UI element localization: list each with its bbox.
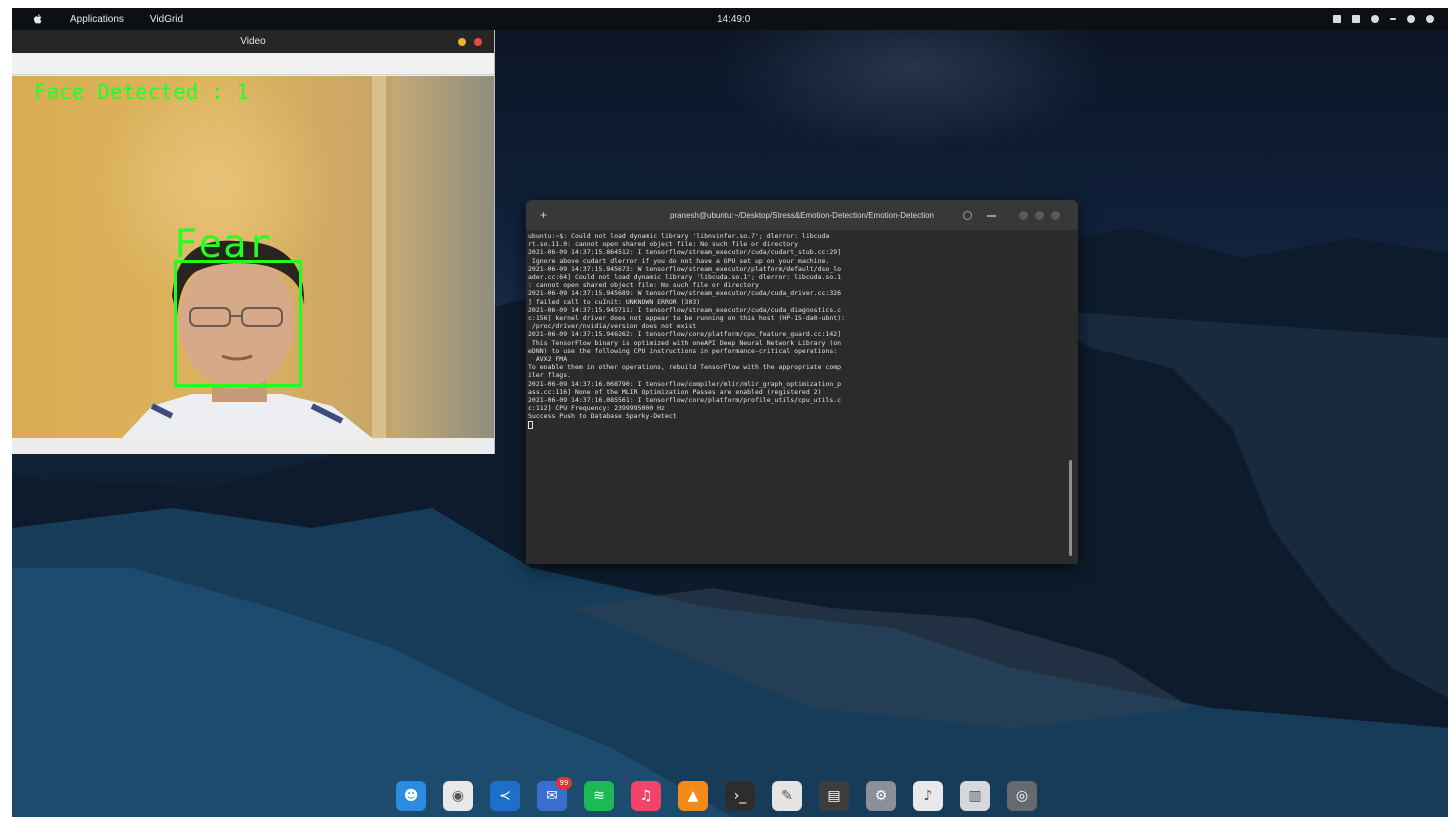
terminal-titlebar[interactable]: + pranesh@ubuntu:~/Desktop/Stress&Emotio…: [526, 200, 1078, 230]
terminal-line: iler flags.: [528, 371, 572, 380]
menu-vidgrid[interactable]: VidGrid: [150, 14, 183, 25]
video-window-footer: [12, 438, 494, 454]
terminal-line: Ignore above cudart dlerror if you do no…: [528, 256, 830, 265]
bluetooth-icon[interactable]: [1407, 15, 1415, 23]
terminal-window[interactable]: + pranesh@ubuntu:~/Desktop/Stress&Emotio…: [526, 200, 1078, 564]
terminal-line: rt.so.11.0: cannot open shared object fi…: [528, 240, 799, 249]
settings-glyph: ⚙: [874, 788, 888, 804]
finder-icon[interactable]: ☻: [396, 781, 426, 811]
mail-glyph: ✉: [546, 788, 558, 804]
apple-logo-icon[interactable]: [32, 13, 44, 25]
terminal-line: c:156] kernel driver does not appear to …: [528, 314, 845, 323]
spotify-icon[interactable]: ≋: [584, 781, 614, 811]
top-menu-bar: Applications VidGrid 14:49:0: [12, 8, 1448, 30]
notification-badge: 99: [556, 777, 572, 789]
launcher-icon[interactable]: ◎: [1007, 781, 1037, 811]
trash-glyph: ▥: [968, 788, 982, 804]
music-glyph: ♫: [639, 788, 653, 804]
chrome-icon[interactable]: ◉: [443, 781, 473, 811]
terminal-line: /proc/driver/nvidia/version does not exi…: [528, 322, 697, 331]
terminal-line: 2021-06-09 14:37:15.945689: W tensorflow…: [528, 289, 842, 298]
volume-icon[interactable]: [1390, 18, 1396, 20]
dock: ☻ ◉ ≺ ✉ 99 ≋ ♫ ▲ ›_ ✎ ▤ ⚙ ♪ ▥ ◎: [392, 776, 1080, 816]
video-window-title: Video: [240, 36, 266, 47]
system-tray: [1333, 15, 1434, 23]
power-icon[interactable]: [1426, 15, 1434, 23]
battery-icon[interactable]: [1352, 15, 1360, 23]
wifi-icon[interactable]: [1371, 15, 1379, 23]
minimize-button[interactable]: [458, 38, 466, 46]
terminal-icon[interactable]: ›_: [725, 781, 755, 811]
terminal-line: 2021-06-09 14:37:16.085561: I tensorflow…: [528, 396, 842, 405]
music-player-icon[interactable]: ♪: [913, 781, 943, 811]
chrome-glyph: ◉: [451, 788, 465, 804]
close-button[interactable]: [1051, 211, 1060, 220]
finder-glyph: ☻: [403, 788, 419, 804]
terminal-line: c:112] CPU Frequency: 2399995000 Hz: [528, 404, 665, 413]
terminal-output[interactable]: ubuntu:~$: Could not load dynamic librar…: [526, 230, 1078, 564]
terminal-line: ] failed call to cuInit: UNKNOWN ERROR (…: [528, 297, 701, 306]
terminal-scrollbar[interactable]: [1069, 460, 1072, 556]
terminal-line: ubuntu:~$: Could not load dynamic librar…: [528, 232, 830, 240]
webcam-frame: Face Detected : 1 Fear: [12, 76, 494, 438]
vscode-glyph: ≺: [499, 788, 511, 804]
minimize-button[interactable]: [1019, 211, 1028, 220]
terminal-line: ader.cc:64] Could not load dynamic libra…: [528, 273, 842, 282]
terminal-line: : cannot open shared object file: No suc…: [528, 281, 759, 290]
spotify-glyph: ≋: [593, 788, 605, 804]
terminal-line: This TensorFlow binary is optimized with…: [528, 338, 842, 347]
terminal-line: Success Push to Database Sparky-Detect: [528, 412, 677, 421]
music-icon[interactable]: ♫: [631, 781, 661, 811]
vlc-icon[interactable]: ▲: [678, 781, 708, 811]
menu-applications[interactable]: Applications: [70, 14, 124, 25]
terminal-line: 2021-06-09 14:37:16.068790: I tensorflow…: [528, 379, 842, 388]
text-editor-icon[interactable]: ✎: [772, 781, 802, 811]
maximize-button[interactable]: [1035, 211, 1044, 220]
terminal-line: 2021-06-09 14:37:15.864512: I tensorflow…: [528, 248, 842, 257]
terminal-line: 2021-06-09 14:37:15.945711: I tensorflow…: [528, 305, 842, 314]
terminal-line: AVX2 FMA: [528, 355, 568, 364]
face-detection-box: [174, 260, 302, 387]
face-count-label: Face Detected : 1: [34, 80, 249, 104]
new-tab-icon[interactable]: +: [540, 208, 547, 222]
settings-icon[interactable]: ⚙: [866, 781, 896, 811]
terminal-title: pranesh@ubuntu:~/Desktop/Stress&Emotion-…: [669, 210, 935, 220]
close-button[interactable]: [474, 38, 482, 46]
launcher-glyph: ◎: [1015, 788, 1029, 804]
terminal-line: ass.cc:116] None of the MLIR Optimizatio…: [528, 387, 822, 396]
terminal-line: 2021-06-09 14:37:15.945673: W tensorflow…: [528, 264, 842, 273]
search-icon[interactable]: [963, 211, 972, 220]
text-editor-glyph: ✎: [781, 788, 793, 804]
terminal-cursor: [528, 420, 533, 429]
mail-icon[interactable]: ✉ 99: [537, 777, 572, 811]
terminal-line: To enable them in other operations, rebu…: [528, 363, 842, 372]
terminal-glyph: ›_: [733, 788, 747, 804]
vlc-glyph: ▲: [687, 788, 699, 804]
video-window-titlebar[interactable]: Video: [12, 30, 494, 53]
trash-icon[interactable]: ▥: [960, 781, 990, 811]
menu-icon[interactable]: [987, 215, 996, 217]
vscode-icon[interactable]: ≺: [490, 781, 520, 811]
clock[interactable]: 14:49:0: [717, 14, 750, 25]
system-monitor-icon[interactable]: ▤: [819, 781, 849, 811]
video-window-toolbar: [12, 53, 494, 75]
network-icon[interactable]: [1333, 15, 1341, 23]
system-monitor-glyph: ▤: [827, 788, 841, 804]
music-player-glyph: ♪: [923, 788, 933, 804]
terminal-line: 2021-06-09 14:37:15.946262: I tensorflow…: [528, 330, 842, 339]
video-window[interactable]: Video Face Detected : 1 Fear: [12, 30, 495, 454]
terminal-line: eDNN) to use the following CPU instructi…: [528, 346, 838, 355]
